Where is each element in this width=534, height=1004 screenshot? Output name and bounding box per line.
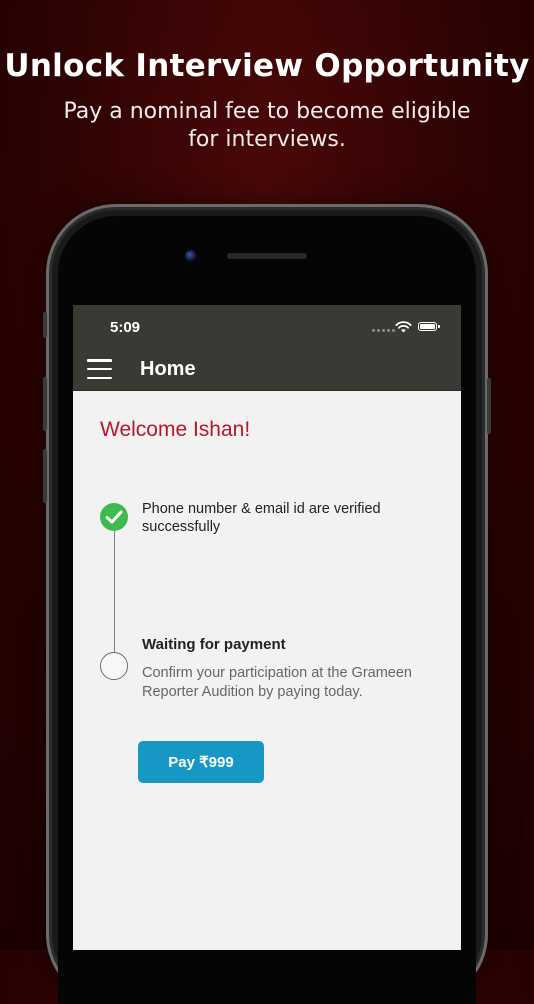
phone-power-button bbox=[487, 378, 491, 434]
promo-headline: Unlock Interview Opportunity bbox=[4, 48, 530, 84]
phone-mute-switch bbox=[43, 312, 47, 338]
wifi-icon bbox=[395, 321, 412, 333]
page-title: Home bbox=[140, 358, 196, 380]
status-time: 5:09 bbox=[110, 319, 141, 336]
step-payment-description: Confirm your participation at the Gramee… bbox=[142, 665, 412, 700]
timeline-connector bbox=[114, 530, 115, 664]
check-icon bbox=[100, 503, 128, 531]
battery-icon bbox=[418, 322, 440, 331]
hamburger-menu-icon[interactable] bbox=[87, 359, 112, 379]
phone-volume-down-button bbox=[43, 449, 47, 503]
phone-volume-up-button bbox=[43, 377, 47, 431]
welcome-message: Welcome Ishan! bbox=[100, 418, 251, 441]
step-payment-title: Waiting for payment bbox=[142, 636, 286, 653]
step-verified-text: Phone number & email id are verified suc… bbox=[142, 501, 381, 535]
promo-subline: Pay a nominal fee to become eligible for… bbox=[63, 99, 471, 152]
pay-button[interactable]: Pay ₹999 bbox=[138, 741, 264, 783]
earpiece-speaker bbox=[227, 253, 307, 259]
app-bar: Home bbox=[73, 350, 461, 391]
front-camera-icon bbox=[185, 250, 197, 262]
status-bar: 5:09 bbox=[73, 305, 461, 350]
signal-dots-icon bbox=[372, 329, 395, 332]
app-screen: 5:09 Home Welcome Ishan! Phone number & … bbox=[73, 305, 461, 950]
pending-circle-icon bbox=[100, 652, 128, 680]
